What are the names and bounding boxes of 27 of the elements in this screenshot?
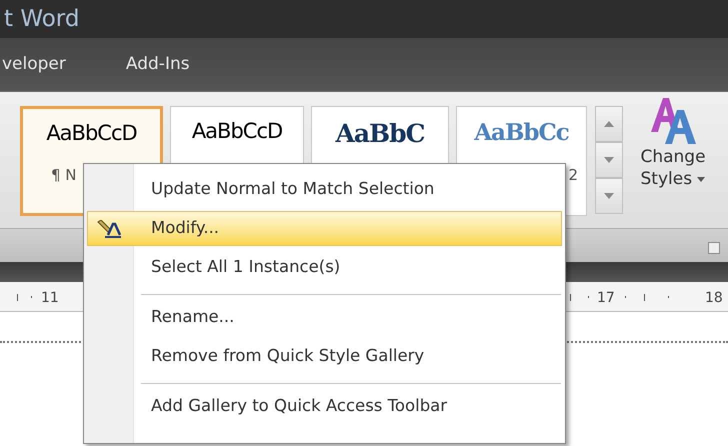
ruler-number: 11 xyxy=(41,289,59,308)
scroll-up-button[interactable] xyxy=(595,106,623,142)
menu-item[interactable]: Add Gallery to Quick Access Toolbar xyxy=(87,389,562,424)
triangle-down-icon xyxy=(604,157,614,163)
ruler-number: 18 xyxy=(705,289,723,308)
style-name: 2 xyxy=(568,165,578,186)
triangle-down-icon xyxy=(604,193,614,199)
window-title: t Word xyxy=(4,8,80,30)
menu-item[interactable]: Modify... xyxy=(87,211,562,246)
style-preview: AaBbCcD xyxy=(46,123,137,144)
scroll-down-button[interactable] xyxy=(595,142,623,178)
style-preview: AaBbCcD xyxy=(192,121,282,142)
change-styles-button[interactable]: Change Styles xyxy=(630,92,716,222)
dialog-launcher-icon[interactable] xyxy=(708,242,720,254)
dropdown-arrow-icon xyxy=(697,176,706,182)
style-preview: AaBbCc xyxy=(474,121,569,144)
triangle-up-icon xyxy=(604,121,614,127)
ribbon-tab[interactable]: veloper xyxy=(0,50,70,80)
pencil-icon xyxy=(97,220,121,238)
ribbon-tab[interactable]: Add-Ins xyxy=(122,50,194,80)
ruler-number: 17 xyxy=(597,289,615,308)
menu-item[interactable]: Select All 1 Instance(s) xyxy=(87,250,562,285)
more-button[interactable] xyxy=(595,178,623,214)
menu-item[interactable]: Remove from Quick Style Gallery xyxy=(87,339,562,374)
style-name: ¶ N xyxy=(51,165,77,186)
menu-item[interactable]: Rename... xyxy=(87,300,562,335)
style-preview: AaBbC xyxy=(335,121,425,146)
